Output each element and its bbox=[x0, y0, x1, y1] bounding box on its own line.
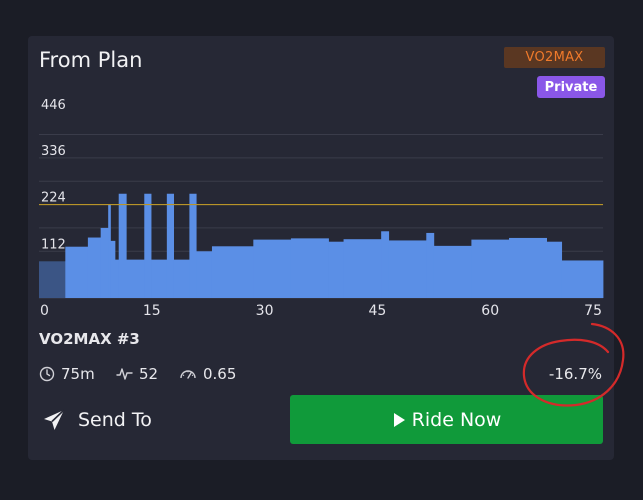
interval-bar bbox=[110, 240, 116, 298]
interval-bar bbox=[166, 193, 175, 298]
interval-bar bbox=[328, 241, 344, 298]
send-to-button[interactable]: Send To bbox=[42, 403, 152, 437]
play-icon bbox=[393, 412, 405, 427]
workout-profile-chart: 446 336 224 112 0 15 30 45 60 75 bbox=[39, 98, 604, 319]
interval-bar bbox=[196, 251, 213, 298]
interval-bar bbox=[546, 241, 563, 298]
delta-percentage: -16.7% bbox=[548, 365, 602, 383]
y-tick-label: 336 bbox=[41, 144, 66, 159]
send-to-label: Send To bbox=[78, 409, 152, 431]
x-tick-label: 15 bbox=[143, 303, 161, 319]
pulse-icon bbox=[116, 368, 133, 380]
tss-value: 52 bbox=[139, 365, 159, 383]
interval-bar bbox=[151, 259, 168, 298]
interval-bar bbox=[114, 259, 120, 298]
interval-bar bbox=[189, 193, 197, 298]
interval-bar bbox=[144, 193, 152, 298]
y-tick-label: 112 bbox=[41, 237, 66, 252]
x-tick-label: 45 bbox=[368, 303, 386, 319]
interval-bar bbox=[173, 259, 190, 298]
interval-bar bbox=[118, 193, 127, 298]
interval-bar bbox=[39, 261, 66, 298]
interval-bar bbox=[87, 237, 102, 298]
x-tick-label: 0 bbox=[40, 303, 49, 319]
interval-bar bbox=[343, 239, 382, 298]
clock-icon bbox=[39, 366, 55, 382]
speedometer-icon bbox=[180, 370, 196, 379]
y-tick-label: 224 bbox=[41, 191, 66, 206]
y-tick-label: 446 bbox=[41, 98, 66, 113]
duration-value: 75m bbox=[61, 365, 95, 383]
interval-bar bbox=[253, 239, 292, 298]
duration-stat: 75m bbox=[39, 364, 95, 384]
tss-stat: 52 bbox=[116, 364, 158, 384]
interval-bar bbox=[426, 232, 435, 298]
x-tick-label: 60 bbox=[481, 303, 499, 319]
interval-bar bbox=[471, 239, 510, 298]
interval-bar bbox=[290, 238, 329, 298]
intensity-stat: 0.65 bbox=[179, 364, 236, 384]
intensity-value: 0.65 bbox=[203, 365, 237, 383]
workout-name: VO2MAX #3 bbox=[39, 330, 140, 348]
interval-bar bbox=[211, 246, 254, 298]
interval-bar bbox=[126, 259, 145, 298]
ride-now-label: Ride Now bbox=[411, 408, 502, 431]
interval-bar bbox=[561, 260, 604, 298]
send-icon bbox=[44, 409, 65, 430]
x-tick-label: 30 bbox=[256, 303, 274, 319]
ride-now-button[interactable]: Ride Now bbox=[290, 395, 603, 444]
interval-bar bbox=[65, 246, 89, 298]
interval-bar bbox=[381, 231, 390, 298]
interval-bar bbox=[433, 245, 472, 298]
interval-bar bbox=[100, 227, 109, 298]
interval-bar bbox=[388, 240, 427, 298]
interval-bar bbox=[509, 237, 547, 298]
x-tick-label: 75 bbox=[584, 303, 602, 319]
